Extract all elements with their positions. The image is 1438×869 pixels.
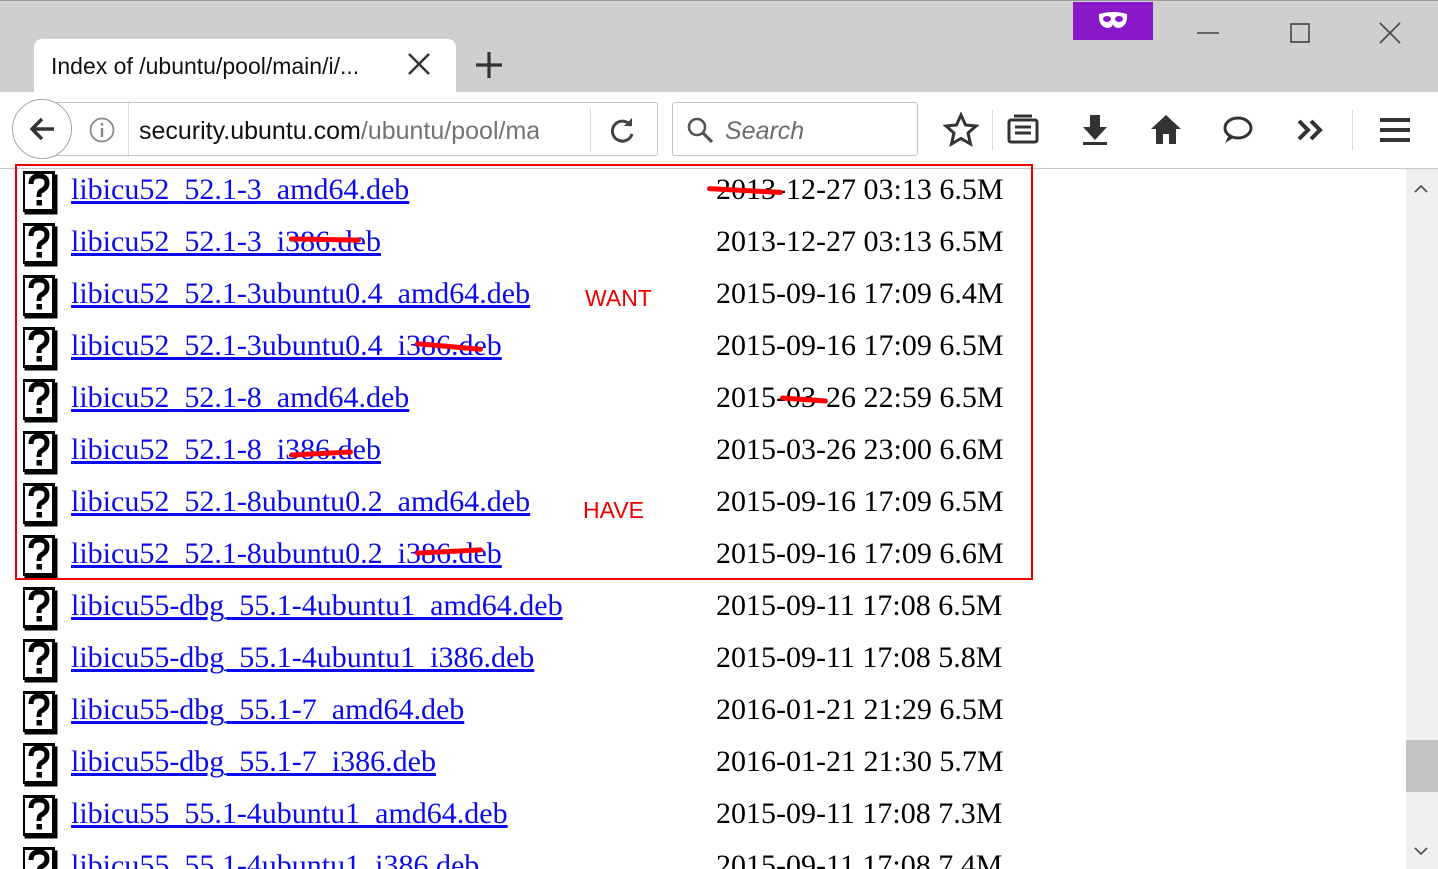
list-item: libicu52_52.1-3ubuntu0.4_amd64.deb 2015-… xyxy=(0,273,1406,325)
back-button[interactable] xyxy=(12,99,72,159)
file-link[interactable]: libicu52_52.1-8_amd64.deb xyxy=(71,381,409,415)
window-close-icon[interactable] xyxy=(1370,15,1410,51)
url-path: /ubuntu/pool/main/i/icu/ xyxy=(360,117,539,145)
chevron-up-icon[interactable] xyxy=(1410,178,1432,200)
list-item: libicu52_52.1-3_amd64.deb 2013-12-27 03:… xyxy=(0,169,1406,221)
unknown-file-icon xyxy=(23,483,59,527)
file-meta: 2015-09-16 17:09 6.5M xyxy=(716,485,1004,518)
unknown-file-icon xyxy=(23,691,59,735)
list-item: libicu55_55.1-4ubuntu1_amd64.deb 2015-09… xyxy=(0,793,1406,845)
file-link[interactable]: libicu55_55.1-4ubuntu1_i386.deb xyxy=(71,849,479,869)
tab-active[interactable]: Index of /ubuntu/pool/main/i/... xyxy=(34,39,456,95)
list-item: libicu52_52.1-3ubuntu0.4_i386.deb 2015-0… xyxy=(0,325,1406,377)
list-item: libicu55-dbg_55.1-4ubuntu1_i386.deb 2015… xyxy=(0,637,1406,689)
want-annotation: WANT xyxy=(585,285,652,311)
list-item: libicu55-dbg_55.1-7_amd64.deb 2016-01-21… xyxy=(0,689,1406,741)
star-icon[interactable] xyxy=(943,112,979,148)
have-annotation: HAVE xyxy=(583,497,644,523)
unknown-file-icon xyxy=(23,223,59,267)
reload-icon[interactable] xyxy=(607,116,637,146)
file-meta: 2015-09-11 17:08 7.4M xyxy=(716,849,1003,869)
list-item: libicu52_52.1-8_amd64.deb 2015-03-26 22:… xyxy=(0,377,1406,429)
unknown-file-icon xyxy=(23,847,59,869)
close-icon[interactable] xyxy=(406,51,432,77)
file-link[interactable]: libicu52_52.1-3_amd64.deb xyxy=(71,173,409,207)
chevron-down-icon[interactable] xyxy=(1410,840,1432,862)
unknown-file-icon xyxy=(23,431,59,475)
file-meta: 2015-09-16 17:09 6.5M xyxy=(716,329,1004,362)
file-meta: 2015-03-26 22:59 6.5M xyxy=(716,381,1004,414)
file-link[interactable]: libicu55-dbg_55.1-7_i386.deb xyxy=(71,745,436,779)
url-divider-2 xyxy=(590,108,591,152)
scrollbar-thumb[interactable] xyxy=(1406,740,1438,792)
private-mask-icon xyxy=(1098,12,1128,28)
file-meta: 2013-12-27 03:13 6.5M xyxy=(716,225,1004,258)
info-icon[interactable] xyxy=(88,116,116,144)
list-item: libicu55-dbg_55.1-7_i386.deb 2016-01-21 … xyxy=(0,741,1406,793)
list-item: libicu55-dbg_55.1-4ubuntu1_amd64.deb 201… xyxy=(0,585,1406,637)
file-link[interactable]: libicu55-dbg_55.1-7_amd64.deb xyxy=(71,693,464,727)
list-item: libicu55_55.1-4ubuntu1_i386.deb 2015-09-… xyxy=(0,845,1406,869)
tab-title: Index of /ubuntu/pool/main/i/... xyxy=(51,53,360,79)
search-input[interactable]: Search xyxy=(725,117,804,146)
url-host: security.ubuntu.com xyxy=(139,117,361,145)
back-arrow-icon xyxy=(29,117,54,141)
overflow-chevron-icon[interactable] xyxy=(1293,112,1329,148)
new-tab-plus-icon[interactable] xyxy=(472,48,506,82)
list-item: libicu52_52.1-8_i386.deb 2015-03-26 23:0… xyxy=(0,429,1406,481)
unknown-file-icon xyxy=(23,743,59,787)
search-icon xyxy=(687,117,714,144)
list-item: libicu52_52.1-8ubuntu0.2_amd64.deb 2015-… xyxy=(0,481,1406,533)
toolbar-divider xyxy=(992,110,993,150)
file-meta: 2015-09-16 17:09 6.4M xyxy=(716,277,1004,310)
file-meta: 2015-09-16 17:09 6.6M xyxy=(716,537,1004,570)
toolbar-divider-2 xyxy=(1352,110,1353,150)
unknown-file-icon xyxy=(23,171,59,215)
unknown-file-icon xyxy=(23,275,59,319)
home-icon[interactable] xyxy=(1148,112,1184,148)
hamburger-menu-icon[interactable] xyxy=(1377,112,1413,148)
file-link[interactable]: libicu55-dbg_55.1-4ubuntu1_amd64.deb xyxy=(71,589,563,623)
file-link[interactable]: libicu55_55.1-4ubuntu1_amd64.deb xyxy=(71,797,508,831)
unknown-file-icon xyxy=(23,379,59,423)
unknown-file-icon xyxy=(23,639,59,683)
list-item: libicu52_52.1-8ubuntu0.2_i386.deb 2015-0… xyxy=(0,533,1406,585)
private-browsing-badge xyxy=(1073,2,1153,40)
file-meta: 2015-09-11 17:08 6.5M xyxy=(716,589,1003,622)
file-meta: 2015-09-11 17:08 5.8M xyxy=(716,641,1003,674)
url-divider xyxy=(128,103,129,157)
minimize-icon[interactable] xyxy=(1188,15,1228,51)
unknown-file-icon xyxy=(23,587,59,631)
list-item: libicu52_52.1-3_i386.deb 2013-12-27 03:1… xyxy=(0,221,1406,273)
file-meta: 2016-01-21 21:30 5.7M xyxy=(716,745,1004,778)
title-bar: Index of /ubuntu/pool/main/i/... xyxy=(0,0,1438,95)
unknown-file-icon xyxy=(23,795,59,839)
directory-listing: libicu52_52.1-3_amd64.deb 2013-12-27 03:… xyxy=(0,169,1406,869)
chat-icon[interactable] xyxy=(1220,112,1256,148)
file-link[interactable]: libicu55-dbg_55.1-4ubuntu1_i386.deb xyxy=(71,641,534,675)
url-field[interactable]: security.ubuntu.com/ubuntu/pool/main/i/i… xyxy=(139,117,539,146)
file-link[interactable]: libicu52_52.1-3ubuntu0.4_amd64.deb xyxy=(71,277,530,311)
download-icon[interactable] xyxy=(1077,112,1113,148)
unknown-file-icon xyxy=(23,535,59,579)
unknown-file-icon xyxy=(23,327,59,371)
file-meta: 2016-01-21 21:29 6.5M xyxy=(716,693,1004,726)
file-meta: 2015-09-11 17:08 7.3M xyxy=(716,797,1003,830)
file-meta: 2015-03-26 23:00 6.6M xyxy=(716,433,1004,466)
maximize-icon[interactable] xyxy=(1280,15,1320,51)
reading-list-icon[interactable] xyxy=(1005,112,1041,148)
file-link[interactable]: libicu52_52.1-8ubuntu0.2_amd64.deb xyxy=(71,485,530,519)
